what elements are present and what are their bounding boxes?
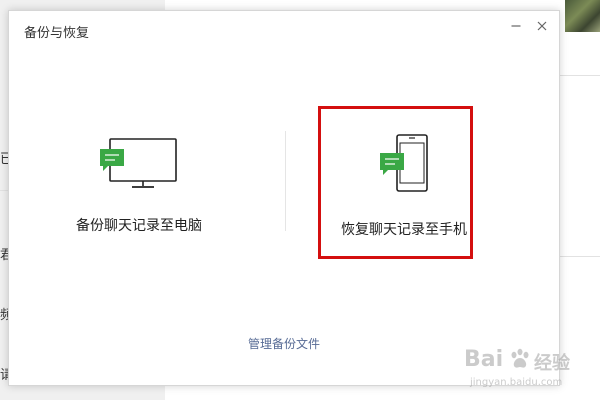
close-button[interactable]	[533, 17, 551, 35]
backup-to-pc-option[interactable]: 备份聊天记录至电脑	[39, 107, 239, 257]
watermark-brand: Bai	[464, 347, 504, 372]
baidu-jingyan-watermark: Bai 经验 jingyan.baidu.com	[462, 343, 596, 397]
background-divider	[555, 256, 600, 257]
watermark-brand-suffix: 经验	[534, 353, 570, 374]
minimize-button[interactable]	[507, 17, 525, 35]
backup-restore-dialog: 备份与恢复 备份聊天记录至电脑 恢复聊天记录至手机 管理备份文件	[8, 10, 560, 386]
minimize-icon	[511, 25, 521, 27]
close-icon	[537, 21, 547, 31]
highlight-box	[318, 106, 473, 259]
backup-to-pc-label: 备份聊天记录至电脑	[76, 218, 202, 234]
monitor-chat-icon	[100, 138, 177, 188]
avatar[interactable]	[565, 0, 600, 32]
dialog-title: 备份与恢复	[24, 26, 90, 41]
option-divider	[285, 131, 286, 231]
background-divider	[555, 75, 600, 76]
watermark-url: jingyan.baidu.com	[470, 377, 563, 388]
paw-icon	[511, 348, 529, 368]
